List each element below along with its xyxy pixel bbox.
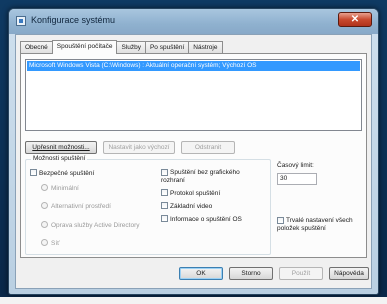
ad-repair-label: Oprava služby Active Directory [51,222,140,229]
safe-boot-checkbox[interactable]: Bezpečné spuštění [30,169,94,178]
boot-log-checkbox[interactable]: Protokol spuštění [161,189,220,198]
advanced-options-button[interactable]: Upřesnit možnosti... [25,141,97,154]
bottom-strip [0,297,387,304]
tab-strip: Obecné Spouštění počítače Služby Po spuš… [20,40,223,54]
network-radio[interactable]: Síť [41,239,60,248]
close-button[interactable]: ✕ [338,12,372,27]
boot-tab-panel: Microsoft Windows Vista (C:\Windows) : A… [20,53,367,258]
alternate-shell-radio[interactable]: Alternativní prostředí [41,202,111,211]
dialog-footer: OK Storno Použít Nápověda [16,261,371,289]
system-config-window: Konfigurace systému ✕ Obecné Spouštění p… [8,8,379,295]
delete-button[interactable]: Odstranit [181,141,235,154]
os-boot-info-label: Informace o spuštění OS [170,216,242,223]
checkbox-icon [161,189,168,196]
radio-icon [41,239,48,246]
timeout-label: Časový limit: [277,162,314,169]
minimal-radio[interactable]: Minimální [41,184,79,193]
checkbox-icon [161,169,168,176]
os-listbox[interactable]: Microsoft Windows Vista (C:\Windows) : A… [25,59,362,131]
checkbox-icon [161,215,168,222]
title-bar[interactable]: Konfigurace systému ✕ [9,9,378,34]
boot-options-group: Možnosti spuštění Bezpečné spuštění Mini… [25,155,271,255]
no-gui-label: Spuštění bez grafického rozhraní [161,169,240,184]
network-label: Síť [51,240,60,247]
radio-icon [41,202,48,209]
cancel-button[interactable]: Storno [229,267,273,280]
os-boot-info-checkbox[interactable]: Informace o spuštění OS [161,215,242,224]
radio-icon [41,184,48,191]
permanent-settings-label: Trvalé nastavení všech položek spuštění [277,217,353,232]
no-gui-checkbox[interactable]: Spuštění bez grafického rozhraní [161,169,261,185]
timeout-input[interactable]: 30 [277,173,317,185]
apply-button[interactable]: Použít [279,267,323,280]
boot-options-legend: Možnosti spuštění [31,155,88,162]
checkbox-icon [30,169,37,176]
permanent-settings-checkbox[interactable]: Trvalé nastavení všech položek spuštění [277,217,363,233]
os-list-item[interactable]: Microsoft Windows Vista (C:\Windows) : A… [27,61,360,71]
checkbox-icon [277,217,284,224]
alternate-shell-label: Alternativní prostředí [51,203,111,210]
tab-boot[interactable]: Spouštění počítače [51,40,118,54]
advanced-options-label: Upřesnit možnosti... [32,144,90,151]
window-title: Konfigurace systému [31,15,116,25]
app-icon [16,16,26,26]
set-default-button[interactable]: Nastavit jako výchozí [103,141,175,154]
help-button[interactable]: Nápověda [329,267,369,280]
dialog-client-area: Obecné Spouštění počítače Služby Po spuš… [15,34,372,289]
base-video-label: Základní video [170,203,213,210]
minimal-label: Minimální [51,185,79,192]
base-video-checkbox[interactable]: Základní video [161,202,212,211]
radio-icon [41,221,48,228]
checkbox-icon [161,202,168,209]
boot-log-label: Protokol spuštění [170,190,221,197]
ad-repair-radio[interactable]: Oprava služby Active Directory [41,221,140,230]
ok-button[interactable]: OK [179,267,223,280]
safe-boot-label: Bezpečné spuštění [39,170,95,177]
